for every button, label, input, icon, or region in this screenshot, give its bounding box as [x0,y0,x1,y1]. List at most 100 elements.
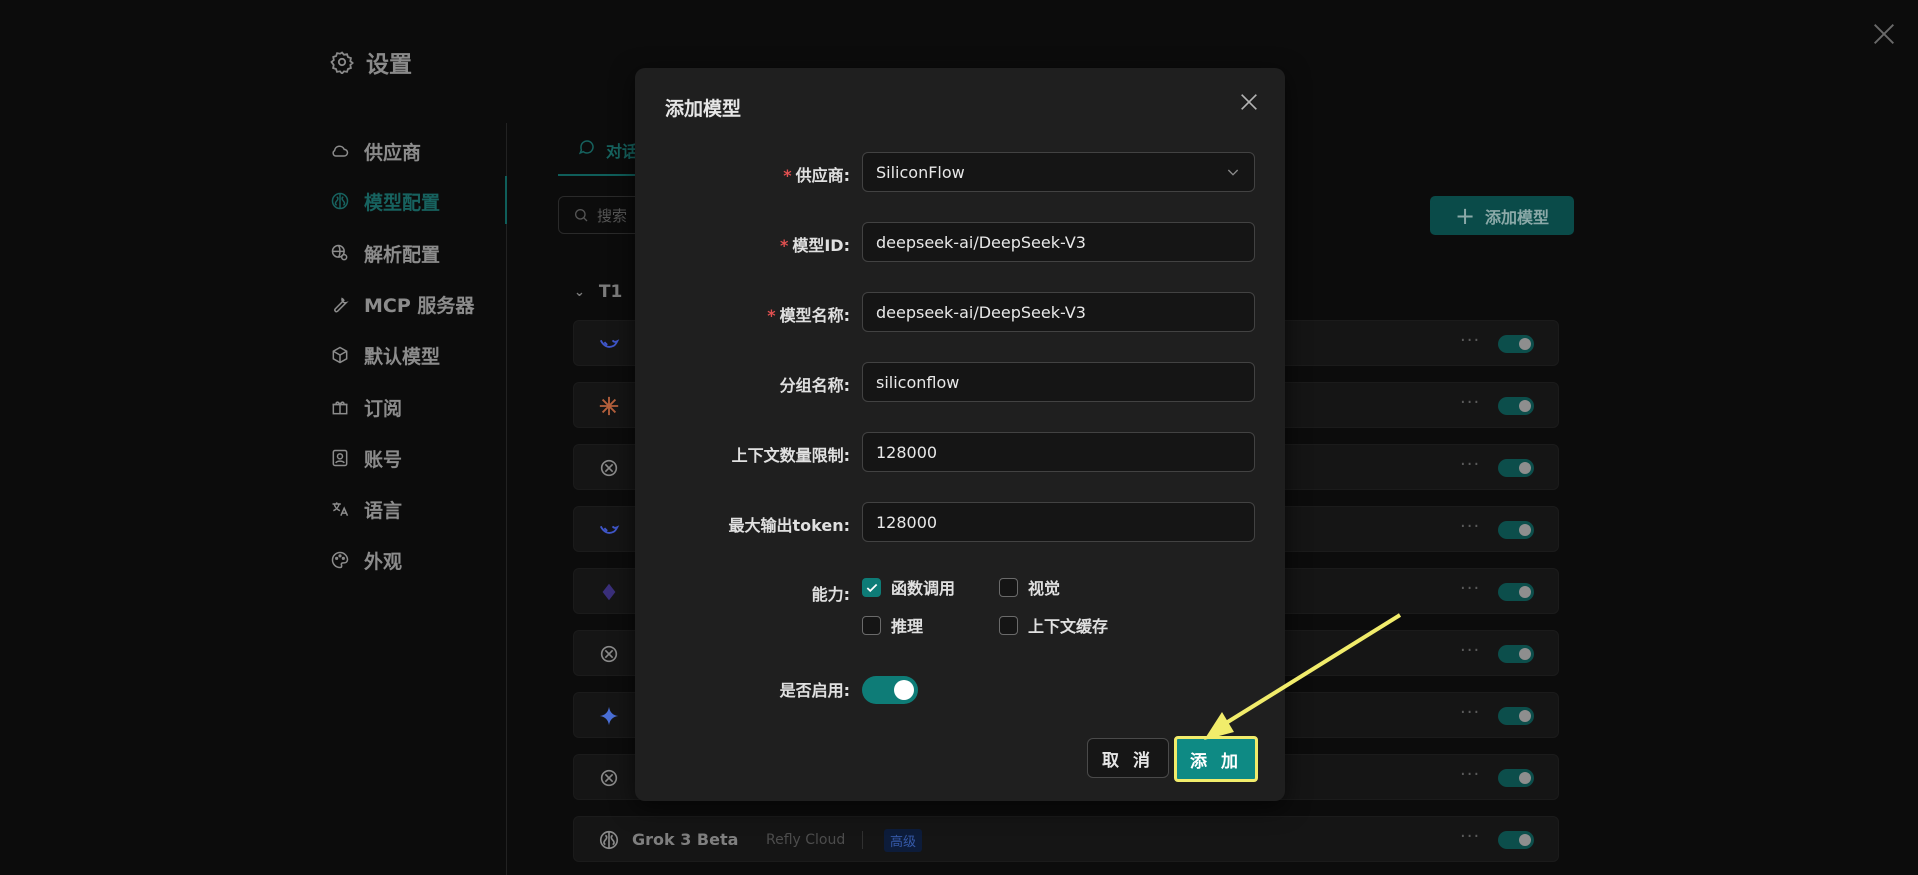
group-name-value: siliconflow [876,372,960,392]
enabled-label: 是否启用: [779,681,850,700]
sidebar-item-label: 默认模型 [364,345,441,368]
wrench-icon [334,297,349,313]
model-enabled-toggle[interactable] [1498,645,1534,663]
max-output-input[interactable]: 128000 [862,502,1255,542]
model-id-label: * 模型ID: [779,236,850,255]
search-icon [575,209,588,222]
capabilities-label: 能力: [811,585,850,604]
sidebar-item-parse-config[interactable]: 解析配置 [330,232,506,274]
sidebar-item-account[interactable]: 账号 [330,437,506,479]
enabled-toggle[interactable] [862,676,918,704]
sidebar-item-label: 供应商 [364,141,422,164]
row-separator [862,831,863,849]
checkbox-box [999,615,1018,635]
sidebar-divider [506,123,507,875]
chevron-down-icon: ⌄ [574,284,585,300]
model-provider: Refly Cloud [766,832,846,848]
capability-reasoning-checkbox[interactable]: 推理 [862,613,923,637]
provider-select[interactable]: SiliconFlow [862,152,1255,192]
sidebar-item-label: 外观 [364,550,403,573]
more-options-icon[interactable]: ··· [1460,516,1480,537]
checkbox-label: 上下文缓存 [1028,617,1109,636]
more-options-icon[interactable]: ··· [1460,826,1480,847]
add-model-dialog: 添加模型 * 供应商: SiliconFlow * 模型ID: deepseek-a… [635,68,1285,801]
context-limit-label: 上下文数量限制: [731,446,850,465]
capability-function-call-checkbox[interactable]: 函数调用 [862,575,955,599]
deepseek-whale-icon [599,525,620,534]
openai-icon [600,459,618,477]
sidebar-item-label: 账号 [364,448,403,471]
brain-icon [599,830,619,850]
dialog-title: 添加模型 [665,98,742,120]
more-options-icon[interactable]: ··· [1460,702,1480,723]
model-enabled-toggle[interactable] [1498,335,1534,353]
checkbox-label: 视觉 [1028,579,1061,598]
group-name-label: 分组名称: [779,376,850,395]
tab-label: 对话 [606,142,639,161]
sidebar-active-indicator [505,176,507,224]
gift-icon [332,401,348,415]
settings-title: 设置 [330,45,412,79]
model-name-input[interactable]: deepseek-ai/DeepSeek-V3 [862,292,1255,332]
context-limit-value: 128000 [876,442,938,462]
more-options-icon[interactable]: ··· [1460,392,1480,413]
group-name-input[interactable]: siliconflow [862,362,1255,402]
model-group-header[interactable]: ⌄ T1 [574,282,622,302]
add-model-button[interactable]: + 添加模型 [1430,196,1574,235]
sidebar-item-appearance[interactable]: 外观 [330,539,506,581]
sidebar-item-label: 解析配置 [364,243,441,266]
provider-value: SiliconFlow [876,162,965,182]
close-icon[interactable] [1870,20,1898,48]
group-name: T1 [598,282,623,302]
model-row[interactable]: Grok 3 Beta Refly Cloud 高级 ··· [573,816,1559,862]
model-enabled-toggle[interactable] [1498,769,1534,787]
sidebar-item-subscription[interactable]: 订阅 [330,386,506,428]
more-options-icon[interactable]: ··· [1460,578,1480,599]
gear-icon [330,51,354,74]
more-options-icon[interactable]: ··· [1460,330,1480,351]
more-options-icon[interactable]: ··· [1460,764,1480,785]
sidebar-item-label: 订阅 [364,397,403,420]
provider-label: * 供应商: [783,166,850,185]
capability-context-cache-checkbox[interactable]: 上下文缓存 [999,613,1108,637]
capability-vision-checkbox[interactable]: 视觉 [999,575,1060,599]
check-icon [866,583,878,592]
sidebar-item-label: MCP 服务器 [364,294,475,317]
globe-gear-icon [331,244,348,261]
more-options-icon[interactable]: ··· [1460,640,1480,661]
model-enabled-toggle[interactable] [1498,583,1534,601]
claude-sunburst-icon [599,396,619,416]
model-enabled-toggle[interactable] [1498,521,1534,539]
sidebar-item-label: 语言 [364,499,403,522]
chat-bubble-icon [578,140,594,155]
model-enabled-toggle[interactable] [1498,831,1534,849]
sidebar-item-providers[interactable]: 供应商 [330,130,506,172]
plus-icon: + [1454,201,1476,230]
sidebar-item-language[interactable]: 语言 [330,488,506,530]
add-button[interactable]: 添 加 [1174,736,1258,782]
tab-chat[interactable]: 对话 [578,138,638,162]
brain-icon [331,192,349,210]
deepseek-whale-icon [599,339,620,348]
add-model-label: 添加模型 [1485,207,1550,227]
model-enabled-toggle[interactable] [1498,459,1534,477]
settings-title-label: 设置 [366,52,412,78]
model-logo-icon [602,583,616,601]
checkbox-box [999,577,1018,597]
model-enabled-toggle[interactable] [1498,707,1534,725]
model-id-input[interactable]: deepseek-ai/DeepSeek-V3 [862,222,1255,262]
context-limit-input[interactable]: 128000 [862,432,1255,472]
checkbox-label: 函数调用 [891,579,956,598]
close-icon[interactable] [1238,91,1260,113]
cancel-button[interactable]: 取 消 [1087,738,1169,778]
sidebar-item-label: 模型配置 [364,191,441,214]
toggle-knob [894,680,914,700]
sidebar-item-default-model[interactable]: 默认模型 [330,334,506,376]
model-enabled-toggle[interactable] [1498,397,1534,415]
max-output-label: 最大输出token: [728,516,850,535]
sidebar-item-model-config[interactable]: 模型配置 [330,180,506,222]
sidebar-item-mcp-servers[interactable]: MCP 服务器 [330,283,506,325]
search-placeholder: 搜索 [597,206,628,225]
gemini-sparkle-icon [599,706,619,726]
more-options-icon[interactable]: ··· [1460,454,1480,475]
